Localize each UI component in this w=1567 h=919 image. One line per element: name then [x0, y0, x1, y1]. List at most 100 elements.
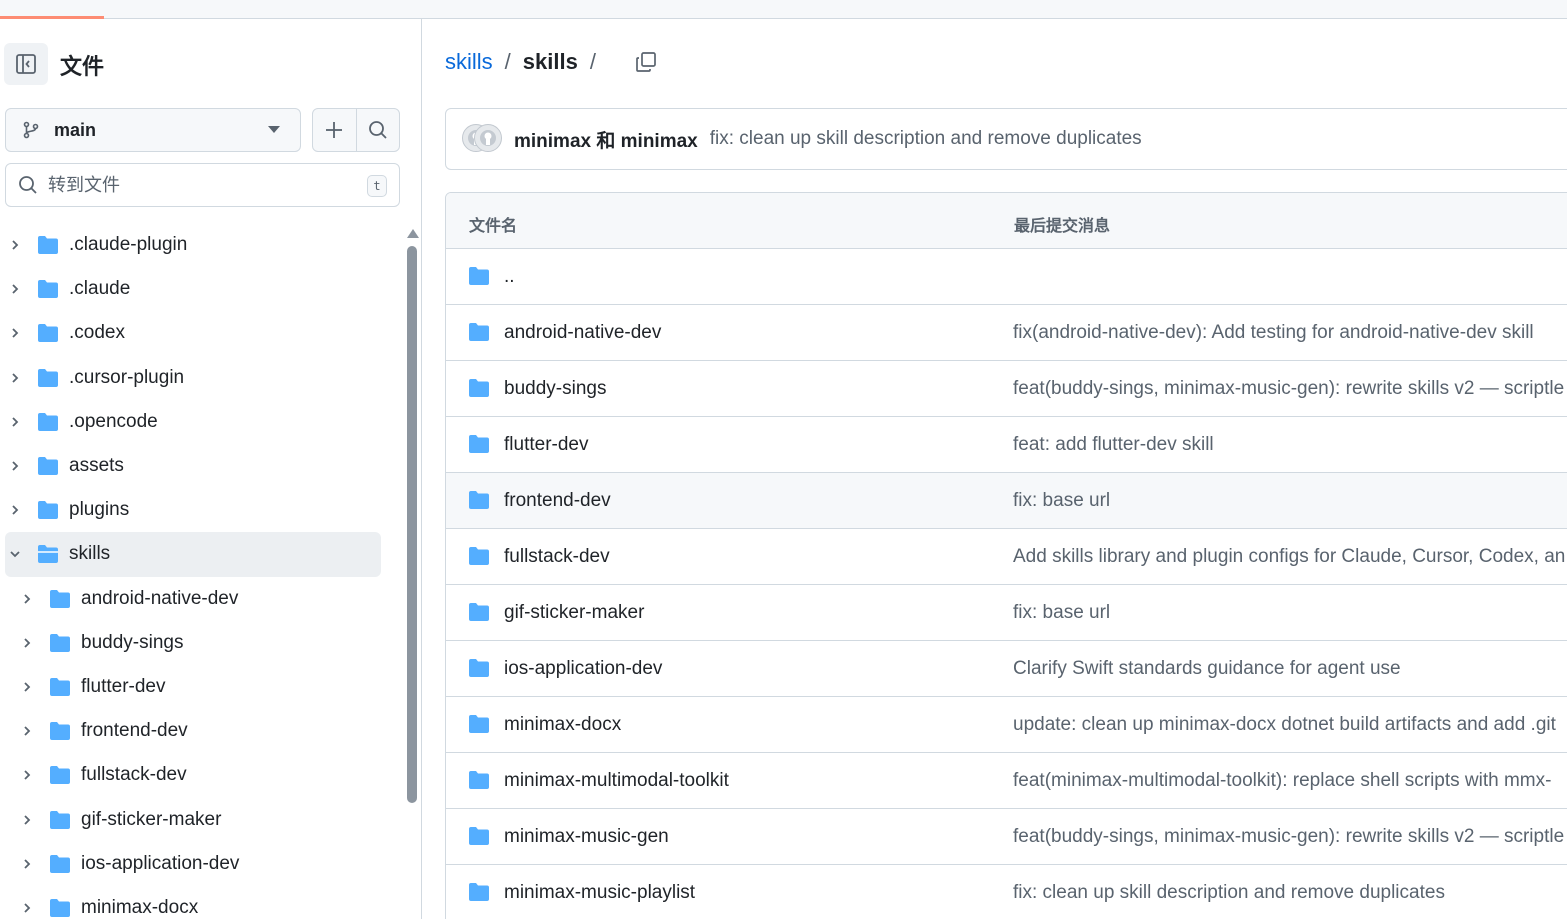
tree-toggle[interactable]: [7, 237, 23, 253]
author-avatars[interactable]: [462, 124, 504, 154]
table-row[interactable]: fullstack-dev Add skills library and plug…: [446, 529, 1567, 585]
go-to-file-input[interactable]: [48, 174, 348, 196]
folder-icon: [38, 412, 58, 431]
table-row[interactable]: gif-sticker-maker fix: base url: [446, 585, 1567, 641]
folder-open-icon: [38, 545, 58, 564]
scroll-up-arrow[interactable]: [407, 229, 419, 238]
folder-icon: [50, 898, 70, 917]
tree-item-label: .codex: [69, 322, 125, 344]
tree-item[interactable]: flutter-dev: [0, 665, 390, 709]
commit-message-link[interactable]: fix(android-native-dev): Add testing for…: [1013, 322, 1534, 344]
table-row[interactable]: minimax-music-gen feat(buddy-sings, minim…: [446, 809, 1567, 865]
tree-item[interactable]: plugins: [0, 488, 390, 532]
copy-path-button[interactable]: [634, 50, 658, 74]
tree-toggle[interactable]: [7, 502, 23, 518]
tree-scrollbar[interactable]: [405, 227, 419, 919]
commit-message-link[interactable]: feat(minimax-multimodal-toolkit): replac…: [1013, 770, 1551, 792]
tree-item[interactable]: assets: [0, 444, 390, 488]
tree-toggle[interactable]: [7, 370, 23, 386]
github-icon: [480, 130, 496, 146]
commit-message-link[interactable]: fix: base url: [1013, 602, 1110, 624]
tree-item[interactable]: .cursor-plugin: [0, 356, 390, 400]
tree-item[interactable]: .claude-plugin: [0, 223, 390, 267]
tree-item[interactable]: fullstack-dev: [0, 753, 390, 797]
tree-item[interactable]: android-native-dev: [0, 577, 390, 621]
column-header-name: 文件名: [469, 218, 518, 235]
file-name-link[interactable]: minimax-docx: [504, 714, 621, 736]
tree-toggle[interactable]: [19, 856, 35, 872]
tree-item[interactable]: .claude: [0, 267, 390, 311]
tree-item-label: android-native-dev: [81, 587, 239, 609]
file-name-link[interactable]: minimax-music-gen: [504, 826, 669, 848]
tree-toggle[interactable]: [7, 458, 23, 474]
file-name-link[interactable]: buddy-sings: [504, 378, 606, 400]
tree-item-label: .cursor-plugin: [69, 366, 185, 388]
tree-toggle[interactable]: [7, 414, 23, 430]
file-name-link[interactable]: android-native-dev: [504, 322, 661, 344]
folder-icon: [469, 715, 489, 733]
table-row[interactable]: minimax-multimodal-toolkit feat(minimax-m…: [446, 753, 1567, 809]
commit-message-link[interactable]: feat(buddy-sings, minimax-music-gen): re…: [1013, 378, 1564, 400]
tree-toggle[interactable]: [7, 281, 23, 297]
collapse-sidebar-button[interactable]: [4, 43, 48, 85]
tree-item[interactable]: .codex: [0, 311, 390, 355]
table-row[interactable]: ..: [446, 249, 1567, 305]
folder-icon: [469, 659, 489, 677]
file-name-link[interactable]: ios-application-dev: [504, 658, 662, 680]
go-to-file-field[interactable]: t: [5, 163, 400, 207]
commit-message-link[interactable]: feat(buddy-sings, minimax-music-gen): re…: [1013, 826, 1564, 848]
folder-icon: [50, 722, 70, 741]
scroll-thumb[interactable]: [407, 246, 417, 803]
commit-message[interactable]: fix: clean up skill description and remo…: [710, 128, 1142, 150]
tree-toggle[interactable]: [19, 635, 35, 651]
commit-message-link[interactable]: Add skills library and plugin configs fo…: [1013, 546, 1565, 568]
file-name-link[interactable]: minimax-multimodal-toolkit: [504, 770, 729, 792]
tree-actions: [312, 108, 400, 152]
commit-message-link[interactable]: update: clean up minimax-docx dotnet bui…: [1013, 714, 1556, 736]
tree-item[interactable]: skills: [5, 532, 381, 577]
breadcrumb-root-link[interactable]: skills: [445, 49, 493, 75]
commit-message-link[interactable]: Clarify Swift standards guidance for age…: [1013, 658, 1401, 680]
tree-toggle[interactable]: [7, 546, 23, 562]
file-name-link[interactable]: gif-sticker-maker: [504, 602, 644, 624]
tree-item[interactable]: frontend-dev: [0, 709, 390, 753]
add-file-button[interactable]: [313, 109, 356, 151]
commit-message-link[interactable]: fix: base url: [1013, 490, 1110, 512]
plus-icon: [326, 122, 343, 138]
file-name-link[interactable]: flutter-dev: [504, 434, 588, 456]
file-name-link[interactable]: minimax-music-playlist: [504, 882, 695, 904]
tree-item[interactable]: gif-sticker-maker: [0, 797, 390, 841]
commit-authors[interactable]: minimax 和 minimax: [514, 126, 698, 153]
table-row[interactable]: buddy-sings feat(buddy-sings, minimax-mus…: [446, 361, 1567, 417]
file-name-link[interactable]: ..: [504, 266, 515, 288]
tree-toggle[interactable]: [19, 812, 35, 828]
tree-toggle[interactable]: [19, 679, 35, 695]
branch-selector[interactable]: main: [5, 108, 301, 152]
tree-toggle[interactable]: [19, 723, 35, 739]
commit-message-link[interactable]: feat: add flutter-dev skill: [1013, 434, 1214, 456]
tree-toggle[interactable]: [7, 325, 23, 341]
breadcrumb-current: skills: [522, 49, 578, 74]
table-row[interactable]: frontend-dev fix: base url: [446, 473, 1567, 529]
chevron-right-icon: [12, 461, 19, 471]
tree-item-label: ios-application-dev: [81, 852, 240, 874]
file-name-link[interactable]: fullstack-dev: [504, 546, 610, 568]
tree-item[interactable]: minimax-docx: [0, 886, 390, 919]
folder-icon: [38, 368, 58, 387]
search-button[interactable]: [355, 109, 400, 151]
tree-toggle[interactable]: [19, 767, 35, 783]
tree-toggle[interactable]: [19, 900, 35, 916]
tree-toggle[interactable]: [19, 591, 35, 607]
chevron-right-icon: [12, 373, 19, 383]
commit-message-link[interactable]: fix: clean up skill description and remo…: [1013, 882, 1445, 904]
tree-item[interactable]: .opencode: [0, 400, 390, 444]
tree-item[interactable]: buddy-sings: [0, 621, 390, 665]
table-row[interactable]: ios-application-dev Clarify Swift standar…: [446, 641, 1567, 697]
table-row[interactable]: android-native-dev fix(android-native-dev…: [446, 305, 1567, 361]
table-row[interactable]: minimax-music-playlist fix: clean up skil…: [446, 865, 1567, 919]
table-row[interactable]: minimax-docx update: clean up minimax-doc…: [446, 697, 1567, 753]
table-row[interactable]: flutter-dev feat: add flutter-dev skill: [446, 417, 1567, 473]
folder-icon: [50, 633, 70, 652]
tree-item[interactable]: ios-application-dev: [0, 842, 390, 886]
file-name-link[interactable]: frontend-dev: [504, 490, 611, 512]
